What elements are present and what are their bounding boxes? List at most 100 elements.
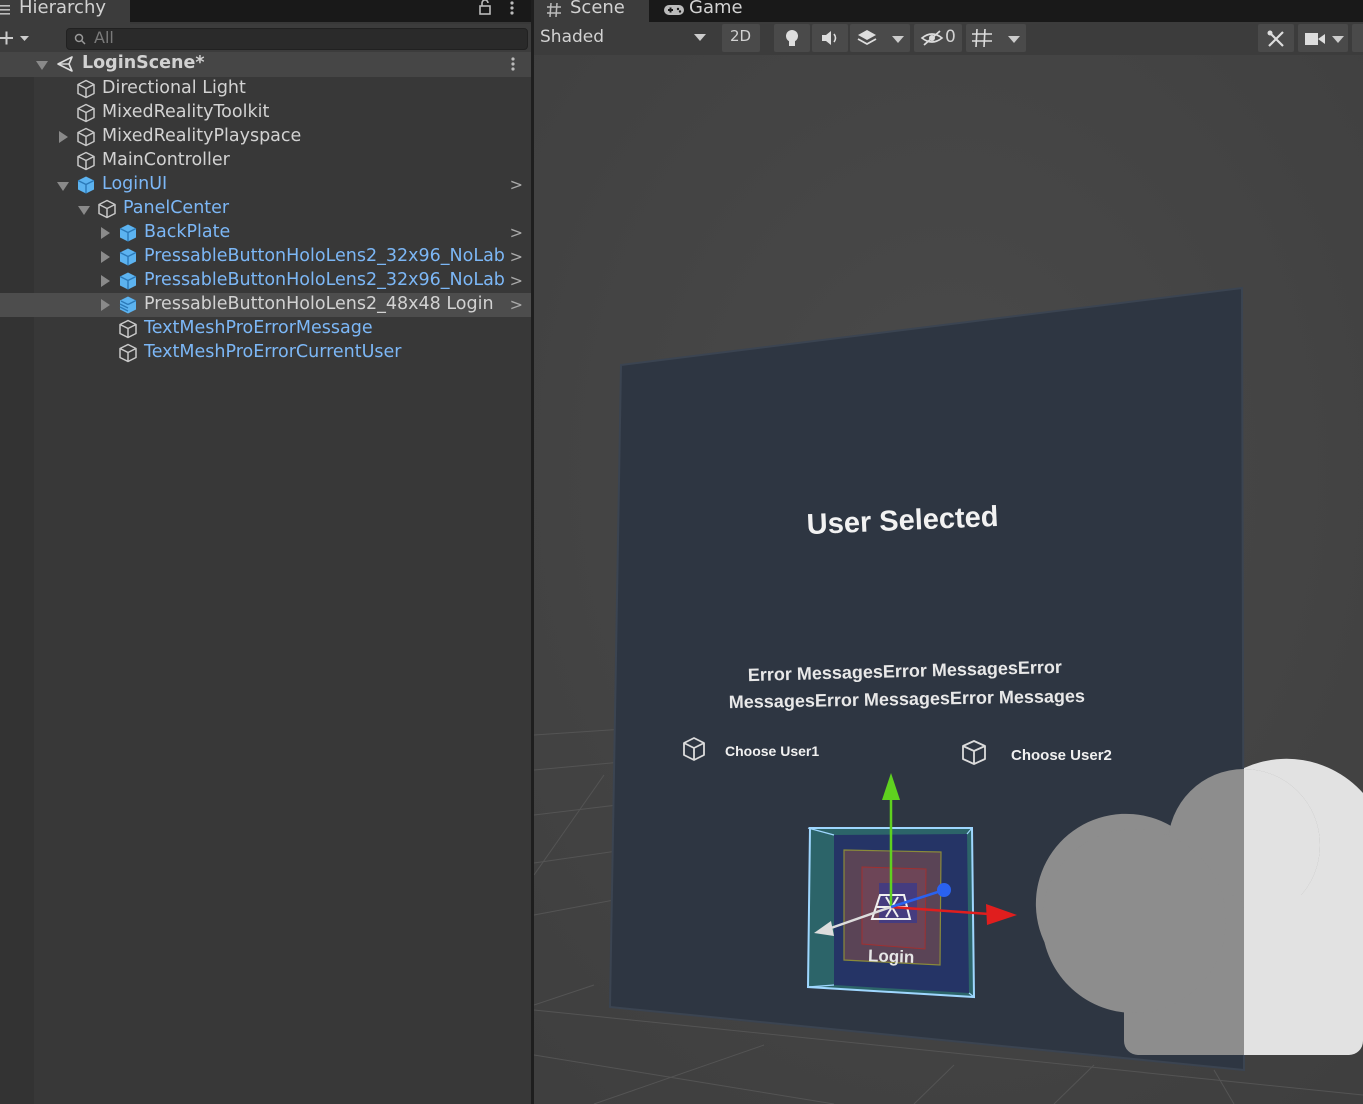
gameobject-icon [98, 199, 116, 219]
lighting-toggle-button[interactable] [774, 24, 810, 52]
scene-toolbar: Shaded 2D 0 [534, 22, 1363, 55]
hierarchy-item-main-controller[interactable]: MainController [0, 149, 531, 173]
gizmos-button[interactable] [1352, 24, 1363, 52]
hierarchy-item-label: MainController [102, 150, 230, 170]
hierarchy-item-label: TextMeshProErrorCurrentUser [144, 342, 402, 362]
scene-visibility-toggle[interactable]: 0 [914, 24, 962, 52]
chevron-down-icon [1332, 36, 1344, 43]
scene-panel: Scene Game Shaded 2D 0 User Selected Err… [534, 0, 1363, 1104]
chevron-right-icon[interactable]: > [510, 295, 523, 314]
eye-slash-icon [920, 30, 944, 46]
hierarchy-item-directional-light[interactable]: Directional Light [0, 77, 531, 101]
hamburger-icon [0, 5, 10, 15]
collapse-arrow-icon[interactable] [36, 61, 48, 70]
hierarchy-item-label: PressableButtonHoloLens2_32x96_NoLab [144, 270, 505, 290]
gamepad-icon [664, 5, 684, 15]
hierarchy-item-label: BackPlate [144, 222, 231, 242]
effects-layers-icon [857, 30, 877, 46]
gizmo-z-handle-icon[interactable] [937, 883, 951, 897]
2d-label: 2D [730, 27, 752, 45]
hierarchy-item-back-plate[interactable]: BackPlate > [0, 221, 531, 245]
scene-name: LoginScene* [82, 53, 205, 73]
search-input[interactable]: All [66, 28, 528, 50]
chevron-right-icon[interactable]: > [510, 247, 523, 266]
hierarchy-item-label: TextMeshProErrorMessage [144, 318, 373, 338]
wrench-cross-icon [1267, 30, 1284, 47]
hierarchy-item-mixed-reality-toolkit[interactable]: MixedRealityToolkit [0, 101, 531, 125]
game-tab-label: Game [689, 0, 743, 18]
expand-arrow-icon[interactable] [59, 131, 68, 143]
gameobject-icon [77, 151, 95, 171]
hierarchy-item-label: PressableButtonHoloLens2_32x96_NoLab [144, 246, 505, 266]
tab-hierarchy[interactable]: Hierarchy [0, 0, 130, 24]
chevron-down-icon [1008, 36, 1020, 43]
hierarchy-item-label: Directional Light [102, 78, 246, 98]
prefab-icon [119, 272, 137, 290]
lightbulb-icon [786, 30, 798, 46]
grid-hash-icon [547, 2, 561, 18]
speaker-icon [822, 31, 837, 45]
hidden-count: 0 [945, 27, 956, 47]
hierarchy-panel: Hierarchy All LoginScene* Directional Li… [0, 0, 531, 1104]
hierarchy-item-mixed-reality-playspace[interactable]: MixedRealityPlayspace [0, 125, 531, 149]
add-icon[interactable] [0, 30, 34, 46]
gameobject-icon [119, 343, 137, 363]
gameobject-icon [77, 103, 95, 123]
2d-toggle-button[interactable]: 2D [722, 24, 760, 52]
search-icon [74, 33, 86, 45]
hierarchy-item-label: MixedRealityToolkit [102, 102, 270, 122]
tab-game[interactable]: Game [649, 0, 749, 22]
hierarchy-item-label: PanelCenter [123, 198, 230, 218]
scene-root-row[interactable]: LoginScene* [0, 52, 531, 77]
shading-mode-dropdown[interactable]: Shaded [534, 22, 714, 55]
hierarchy-item-error-current-user[interactable]: TextMeshProErrorCurrentUser [0, 341, 531, 365]
chevron-down-icon [892, 36, 904, 43]
hierarchy-item-login-ui[interactable]: LoginUI > [0, 173, 531, 197]
prefab-icon [119, 248, 137, 266]
audio-toggle-button[interactable] [812, 24, 848, 52]
choose-user1-label: Choose User1 [725, 743, 819, 759]
hierarchy-title: Hierarchy [19, 0, 107, 18]
expand-arrow-icon[interactable] [101, 299, 110, 311]
gameobject-icon [77, 127, 95, 147]
expand-arrow-icon[interactable] [101, 251, 110, 263]
lock-icon[interactable] [478, 0, 492, 16]
hierarchy-item-login-button[interactable]: PressableButtonHoloLens2_48x48 Login > [0, 293, 531, 317]
prefab-icon [119, 224, 137, 242]
unity-scene-icon [57, 56, 73, 72]
tab-scene[interactable]: Scene [534, 0, 649, 24]
tools-button[interactable] [1258, 24, 1294, 52]
scene-tab-label: Scene [570, 0, 625, 18]
grid-dropdown[interactable] [966, 24, 1026, 52]
grid-icon [972, 28, 992, 48]
effects-dropdown[interactable] [850, 24, 910, 52]
expand-arrow-icon[interactable] [101, 275, 110, 287]
hierarchy-item-error-message[interactable]: TextMeshProErrorMessage [0, 317, 531, 341]
hierarchy-item-pressable-button-2[interactable]: PressableButtonHoloLens2_32x96_NoLab > [0, 269, 531, 293]
search-placeholder: All [94, 28, 114, 47]
choose-user2-label: Choose User2 [1011, 747, 1112, 764]
prefab-icon [77, 176, 95, 194]
camera-icon [1305, 33, 1325, 45]
hierarchy-item-panel-center[interactable]: PanelCenter [0, 197, 531, 221]
chevron-right-icon[interactable]: > [510, 271, 523, 290]
shading-mode-label: Shaded [540, 27, 605, 47]
more-options-icon[interactable] [508, 0, 516, 18]
scene-viewport[interactable]: User Selected Error MessagesError Messag… [534, 55, 1363, 1104]
hierarchy-item-label: PressableButtonHoloLens2_48x48 Login [144, 294, 494, 314]
login-button-label: Login [868, 946, 915, 967]
scene-menu-icon[interactable] [509, 56, 517, 74]
collapse-arrow-icon[interactable] [78, 206, 90, 215]
collapse-arrow-icon[interactable] [57, 182, 69, 191]
hierarchy-item-label: MixedRealityPlayspace [102, 126, 302, 146]
chevron-down-icon [694, 34, 706, 41]
chevron-right-icon[interactable]: > [510, 175, 523, 194]
camera-dropdown[interactable] [1298, 24, 1348, 52]
gameobject-icon [119, 319, 137, 339]
gameobject-icon [77, 79, 95, 99]
expand-arrow-icon[interactable] [101, 227, 110, 239]
chevron-right-icon[interactable]: > [510, 223, 523, 242]
hierarchy-item-label: LoginUI [102, 174, 168, 194]
prefab-variant-icon [119, 296, 137, 314]
hierarchy-item-pressable-button-1[interactable]: PressableButtonHoloLens2_32x96_NoLab > [0, 245, 531, 269]
